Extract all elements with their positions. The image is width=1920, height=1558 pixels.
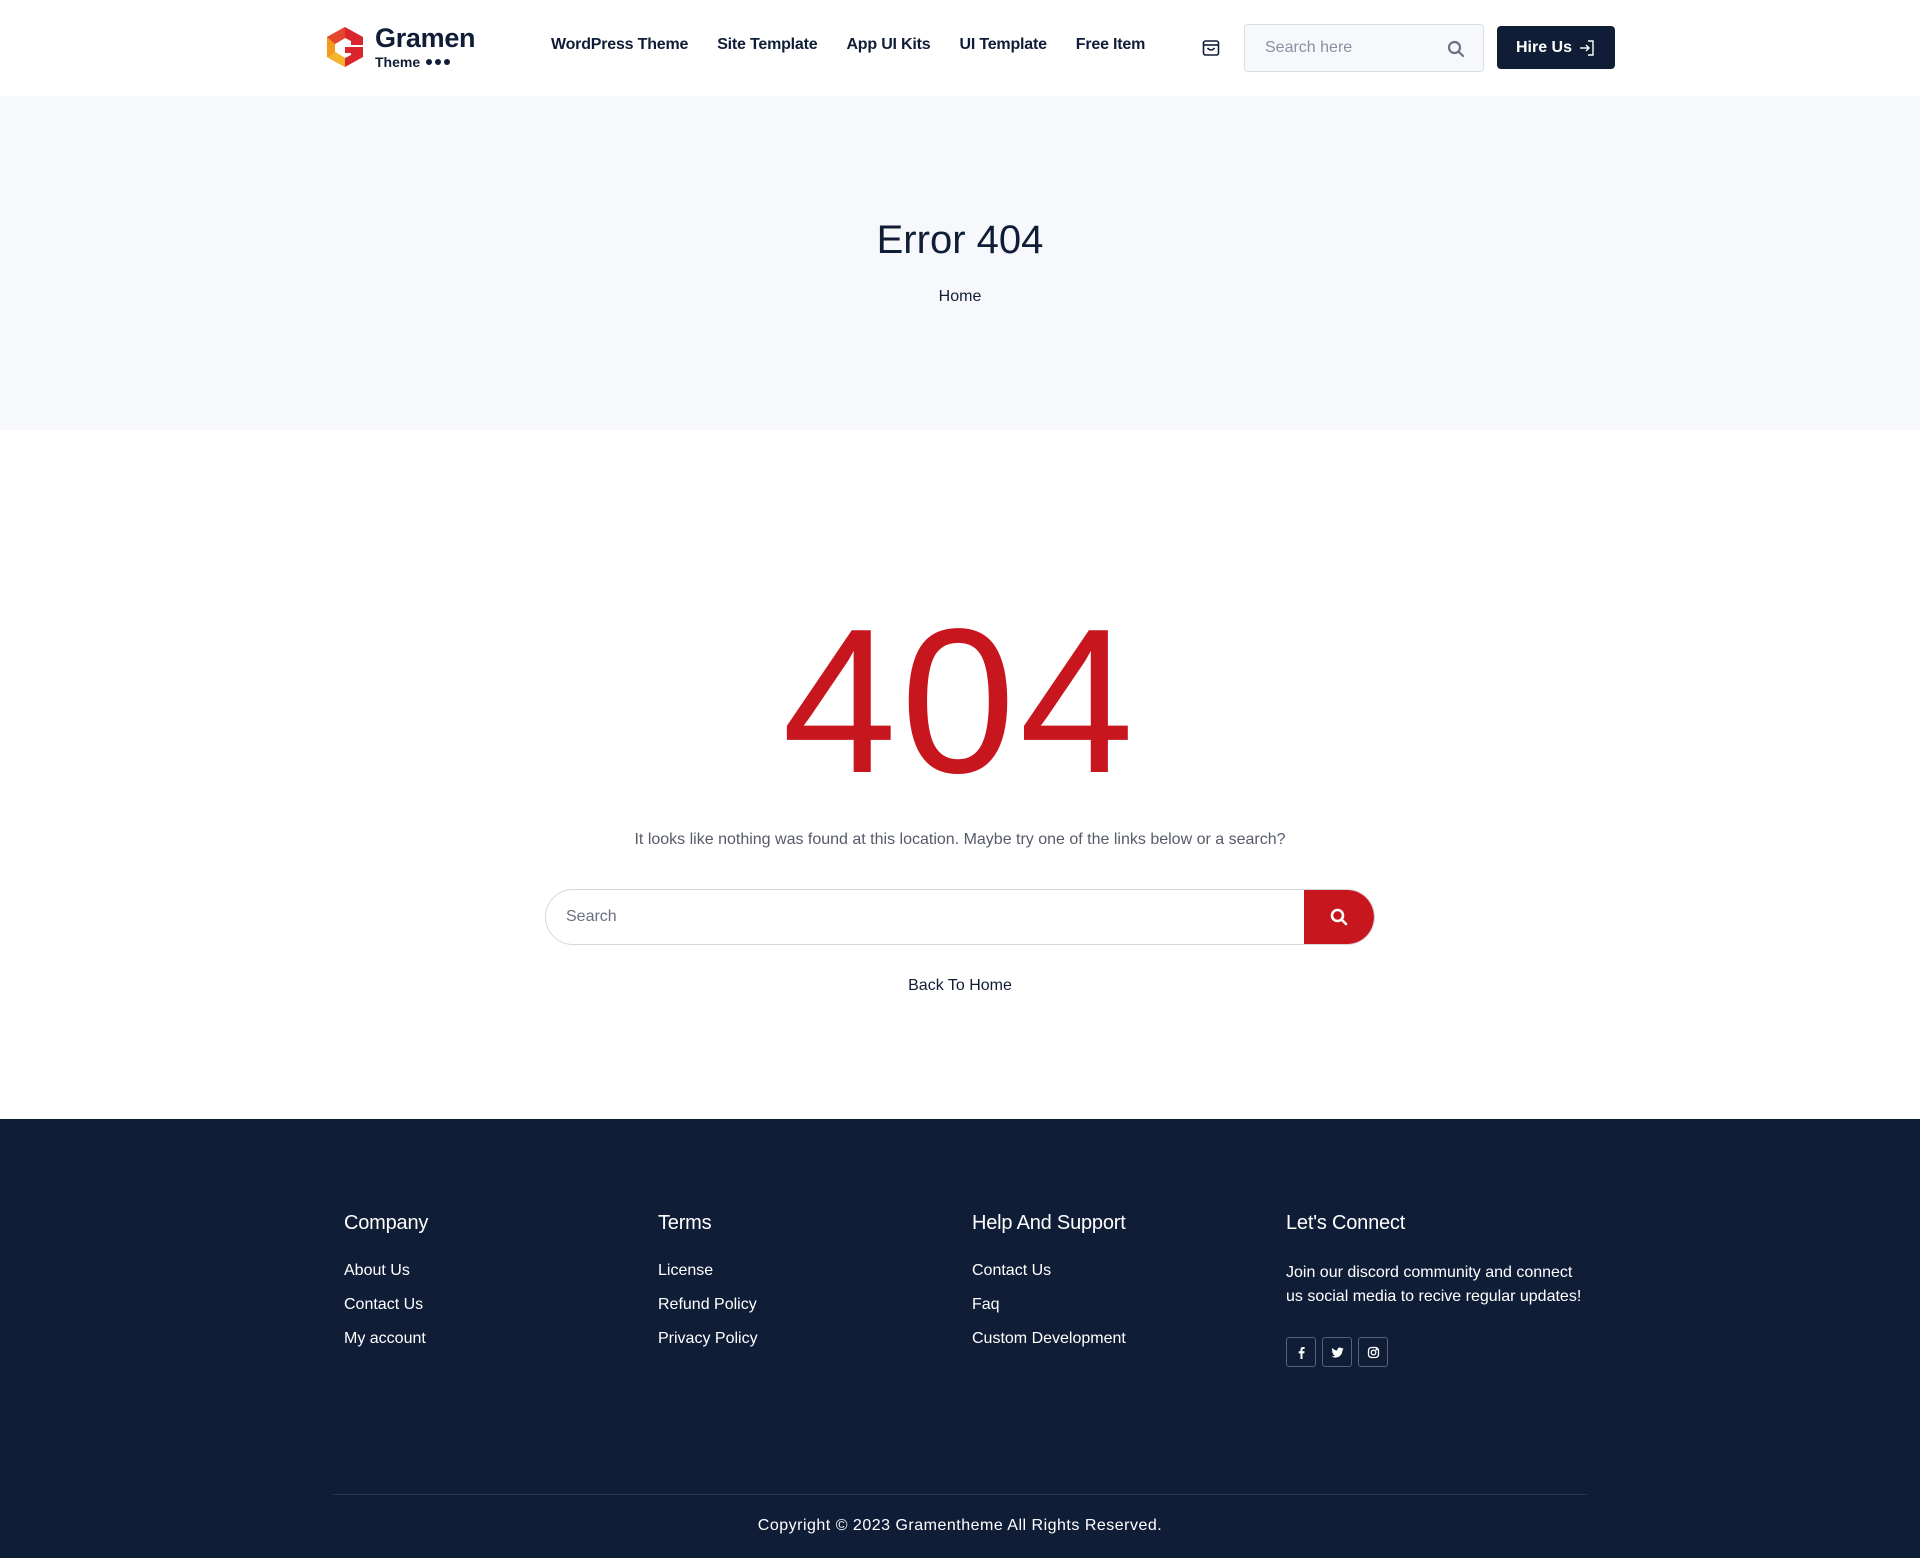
logo-name: Gramen: [375, 23, 476, 53]
footer-link-my-account[interactable]: My account: [344, 1330, 426, 1347]
footer-connect-text: Join our discord community and connect u…: [1286, 1264, 1582, 1305]
footer-col-connect: Let's Connect Join our discord community…: [1286, 1212, 1586, 1367]
error-code: 404: [782, 586, 1138, 816]
nav-item-ui-template[interactable]: UI Template: [959, 36, 1047, 54]
footer-heading-connect: Let's Connect: [1286, 1212, 1406, 1234]
error-search-button[interactable]: [1304, 890, 1374, 944]
footer-link-contact-us-support[interactable]: Contact Us: [972, 1262, 1051, 1279]
footer-col-company: Company About Us Contact Us My account: [344, 1212, 428, 1363]
header-search-input[interactable]: [1245, 39, 1435, 57]
page-title: Error 404: [876, 218, 1044, 262]
not-found-message: It looks like nothing was found at this …: [634, 831, 1286, 848]
footer-link-about-us[interactable]: About Us: [344, 1262, 410, 1279]
header-search: [1244, 24, 1484, 72]
footer-link-contact-us[interactable]: Contact Us: [344, 1296, 423, 1313]
nav-item-site-template[interactable]: Site Template: [717, 36, 817, 54]
site-footer: Company About Us Contact Us My account T…: [0, 1119, 1920, 1558]
breadcrumb-home[interactable]: Home: [0, 288, 1920, 306]
back-to-home-link[interactable]: Back To Home: [908, 977, 1012, 994]
footer-link-custom-development[interactable]: Custom Development: [972, 1330, 1126, 1347]
hire-us-button[interactable]: Hire Us: [1497, 26, 1615, 69]
social-links: [1286, 1337, 1586, 1367]
logo-subtitle: Theme: [375, 55, 475, 69]
main-nav: WordPress Theme Site Template App UI Kit…: [551, 36, 1174, 54]
footer-link-privacy-policy[interactable]: Privacy Policy: [658, 1330, 758, 1347]
login-arrow-icon: [1580, 39, 1594, 56]
page-hero: Error 404 Home: [0, 96, 1920, 430]
error-search: [545, 889, 1375, 945]
footer-col-terms: Terms License Refund Policy Privacy Poli…: [658, 1212, 758, 1363]
shopping-bag-icon[interactable]: [1201, 38, 1221, 58]
facebook-icon[interactable]: [1286, 1337, 1316, 1367]
twitter-icon[interactable]: [1322, 1337, 1352, 1367]
footer-link-refund-policy[interactable]: Refund Policy: [658, 1296, 757, 1313]
error-search-input[interactable]: [546, 890, 1304, 944]
site-header: Gramen Theme WordPress Theme Site Templa…: [0, 0, 1920, 96]
search-icon[interactable]: [1447, 40, 1465, 58]
nav-item-wordpress-theme[interactable]: WordPress Theme: [551, 36, 688, 54]
footer-heading-company: Company: [344, 1212, 429, 1234]
logo[interactable]: Gramen Theme: [323, 22, 483, 72]
footer-link-license[interactable]: License: [658, 1262, 713, 1279]
nav-item-free-item[interactable]: Free Item: [1076, 36, 1146, 54]
instagram-icon[interactable]: [1358, 1337, 1388, 1367]
footer-heading-help: Help And Support: [972, 1212, 1126, 1234]
search-icon: [1330, 908, 1348, 926]
footer-divider: [333, 1494, 1587, 1495]
footer-heading-terms: Terms: [658, 1212, 712, 1234]
nav-item-app-ui-kits[interactable]: App UI Kits: [846, 36, 930, 54]
footer-link-faq[interactable]: Faq: [972, 1296, 1000, 1313]
logo-mark-icon: [327, 27, 363, 67]
copyright: Copyright © 2023 Gramentheme All Rights …: [757, 1517, 1163, 1534]
footer-col-help: Help And Support Contact Us Faq Custom D…: [972, 1212, 1126, 1363]
logo-dots: [426, 59, 451, 65]
